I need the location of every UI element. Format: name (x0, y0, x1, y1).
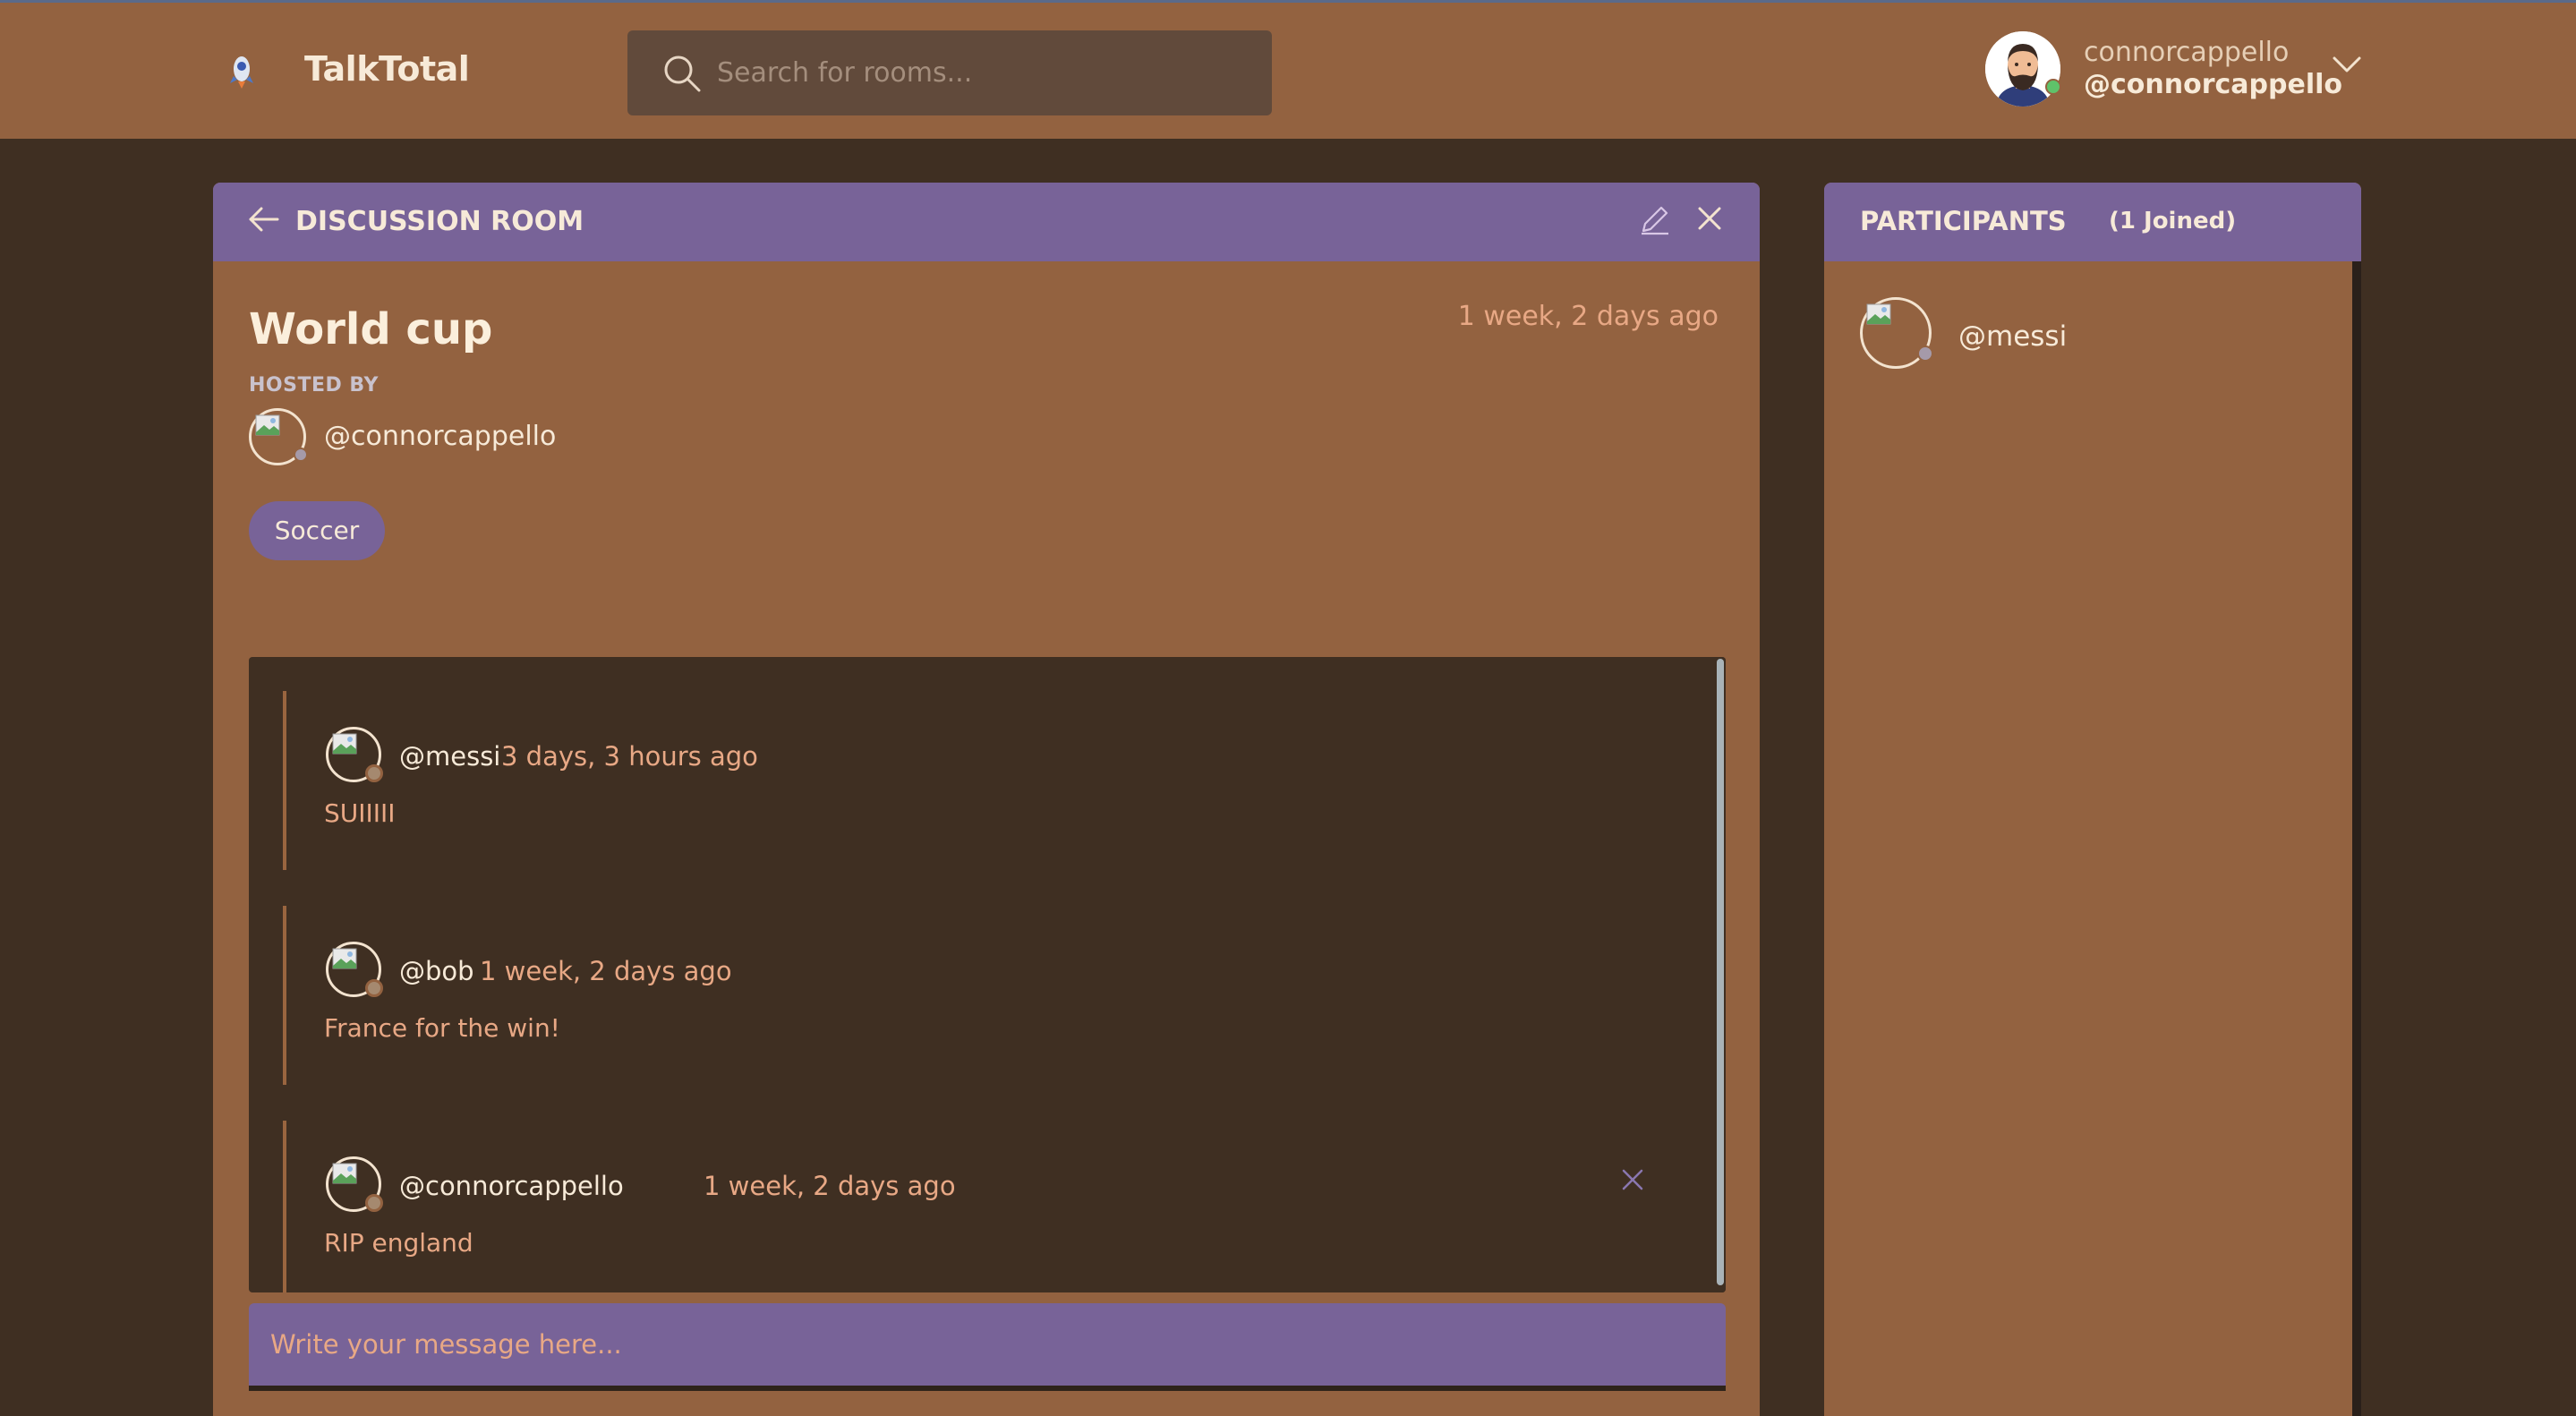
message-input[interactable] (270, 1303, 1702, 1386)
broken-image-icon (332, 948, 357, 969)
thread-scrollbar[interactable] (1715, 657, 1726, 1292)
room-search (627, 30, 1272, 115)
message-item: @connorcappello 1 week, 2 days ago RIP e… (283, 1121, 1679, 1292)
message-status-dot (365, 1194, 383, 1212)
message-username[interactable]: @bob (399, 956, 474, 986)
broken-image-icon (255, 414, 280, 436)
scrollbar-thumb[interactable] (1717, 659, 1724, 1285)
participants-title: PARTICIPANTS (1860, 206, 2067, 236)
message-time: 1 week, 2 days ago (480, 956, 732, 986)
participants-count: (1 Joined) (2109, 208, 2237, 235)
rocket-logo-icon[interactable] (227, 53, 256, 89)
message-thread[interactable]: @messi 3 days, 3 hours ago SUIIIII @bob … (249, 657, 1726, 1292)
hosted-by-label: HOSTED BY (249, 374, 379, 397)
broken-image-icon (332, 1163, 357, 1184)
search-icon (664, 55, 701, 92)
participants-scroll-edge (2352, 261, 2361, 1416)
online-status-dot (2045, 79, 2061, 95)
user-handle[interactable]: @connorcappello (2084, 69, 2342, 100)
participants-header: PARTICIPANTS (1 Joined) (1824, 183, 2361, 261)
pencil-icon[interactable] (1638, 204, 1670, 236)
message-body: France for the win! (324, 1013, 560, 1043)
composer-shadow (249, 1386, 1726, 1391)
broken-image-icon (332, 733, 357, 755)
user-display-name[interactable]: connorcappello (2084, 37, 2289, 68)
message-body: RIP england (324, 1228, 473, 1258)
message-body: SUIIIII (324, 798, 396, 828)
message-status-dot (365, 764, 383, 782)
bearded-man-avatar-icon (1985, 31, 2060, 107)
room-created-time: 1 week, 2 days ago (1457, 301, 1719, 332)
chevron-down-icon[interactable] (2331, 51, 2363, 76)
participant-status-dot (1917, 345, 1933, 362)
host-status-dot (294, 448, 308, 462)
brand-name[interactable]: TalkTotal (304, 49, 470, 89)
message-time: 3 days, 3 hours ago (501, 741, 758, 772)
message-item: @messi 3 days, 3 hours ago SUIIIII (283, 691, 1679, 870)
room-header-bar: DISCUSSION ROOM (213, 183, 1760, 261)
participant-username[interactable]: @messi (1958, 320, 2067, 353)
search-input[interactable] (717, 30, 1254, 115)
discussion-room-panel: DISCUSSION ROOM World cup 1 week, 2 days… (213, 183, 1760, 1416)
close-icon[interactable] (1695, 204, 1724, 233)
message-status-dot (365, 979, 383, 997)
broken-image-icon (1866, 303, 1891, 325)
message-composer (249, 1303, 1726, 1386)
message-item: @bob 1 week, 2 days ago France for the w… (283, 906, 1679, 1085)
message-username[interactable]: @connorcappello (399, 1171, 624, 1201)
top-header: TalkTotal connorcappello @connorcappello (0, 3, 2576, 139)
participants-panel: PARTICIPANTS (1 Joined) @messi (1824, 183, 2361, 1416)
room-title: World cup (249, 304, 493, 354)
message-username[interactable]: @messi (399, 741, 500, 772)
room-header-label: DISCUSSION ROOM (295, 206, 584, 237)
message-time: 1 week, 2 days ago (704, 1171, 956, 1201)
host-username[interactable]: @connorcappello (324, 421, 556, 452)
user-avatar[interactable] (1985, 31, 2060, 107)
arrow-left-icon[interactable] (247, 204, 281, 235)
topic-tag[interactable]: Soccer (249, 501, 385, 560)
delete-message-icon[interactable] (1620, 1167, 1645, 1192)
